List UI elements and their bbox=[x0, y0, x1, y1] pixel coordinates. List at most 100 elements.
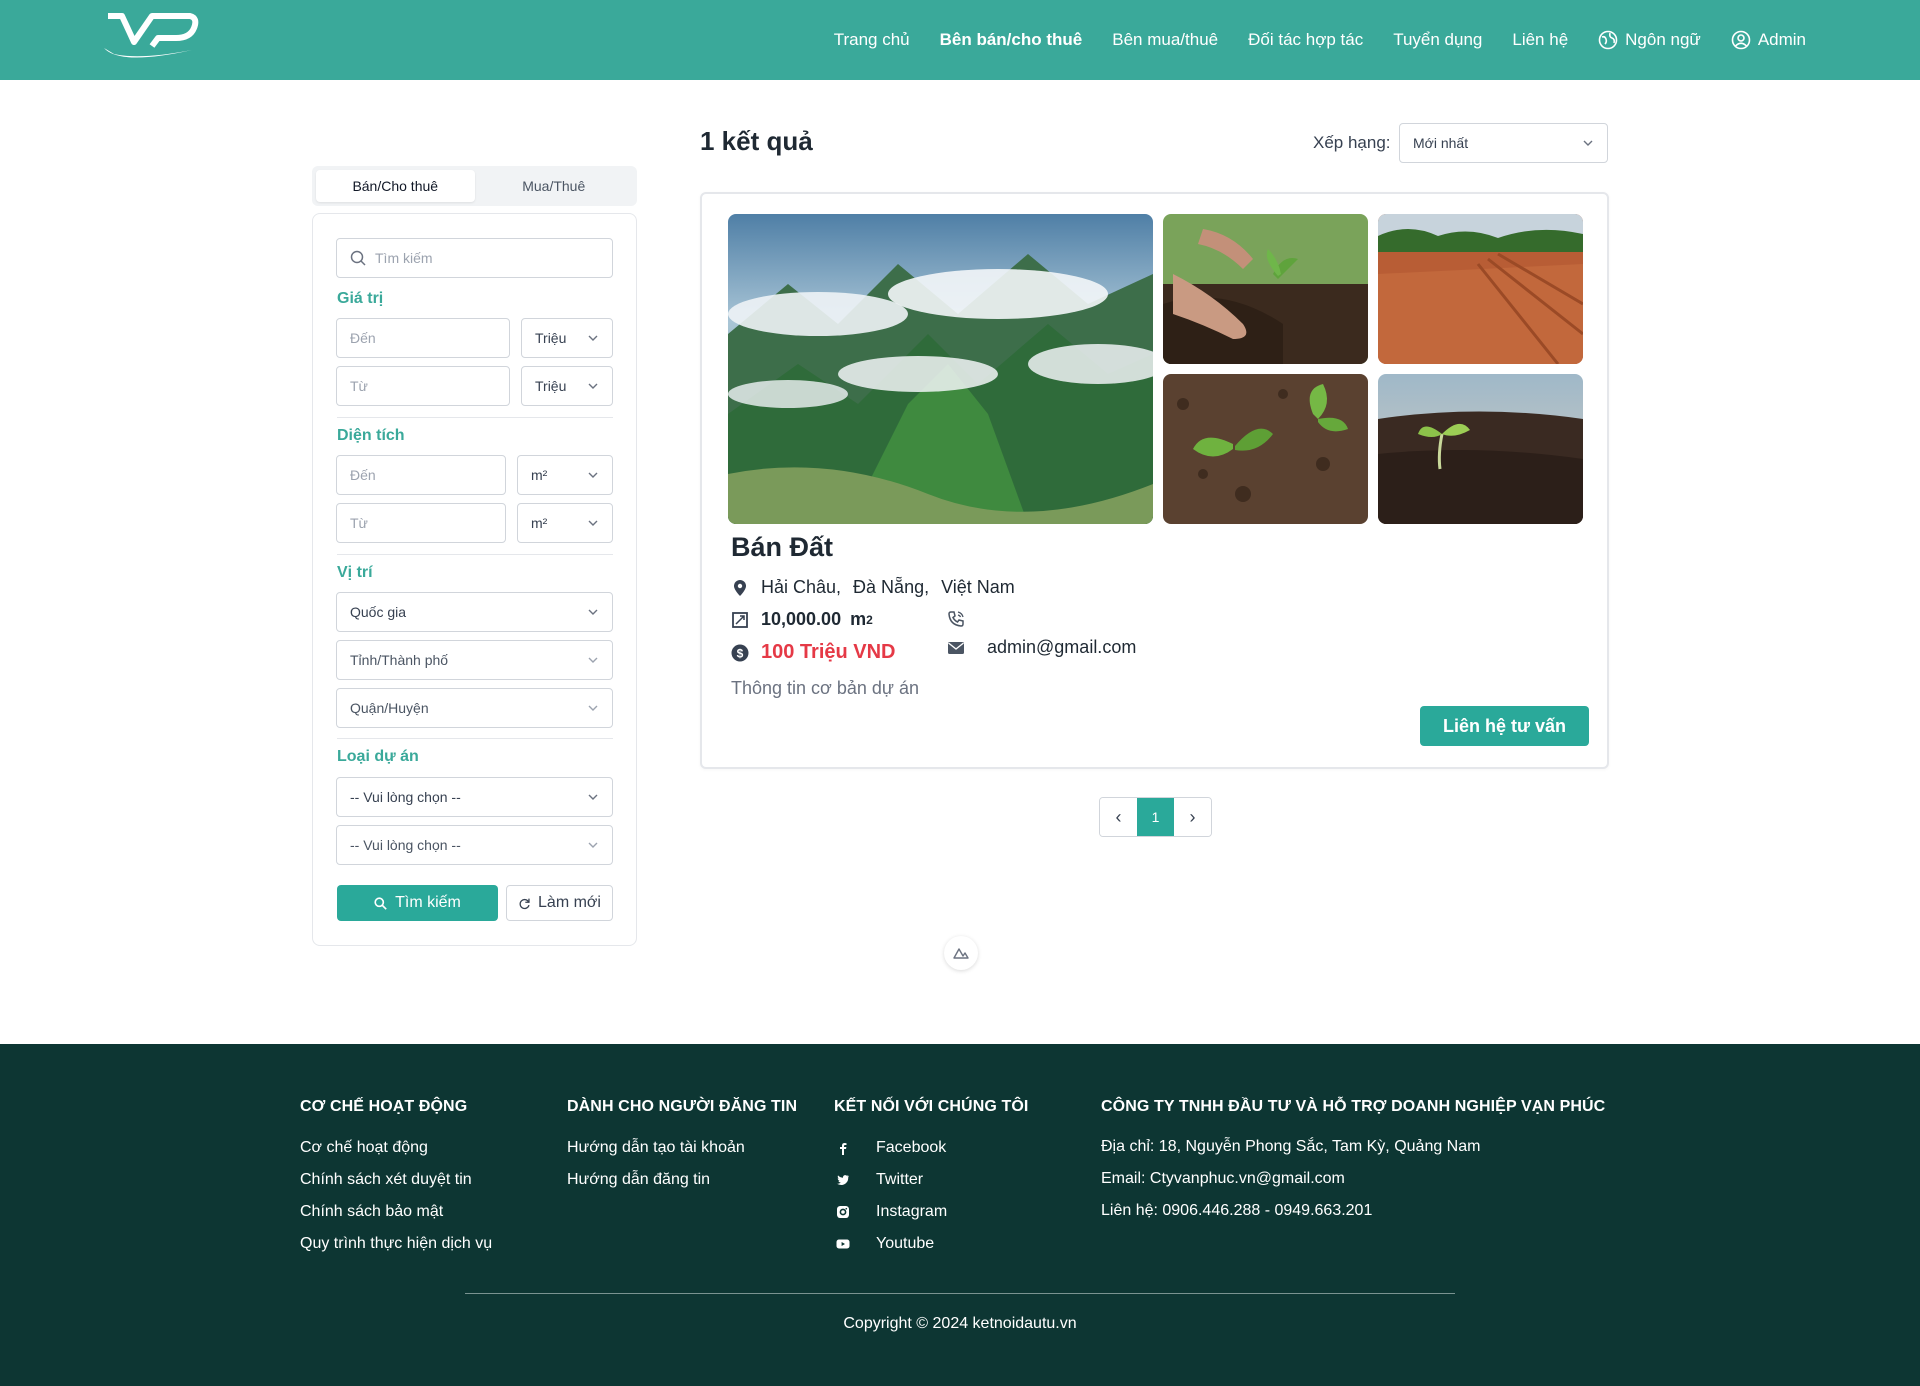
chevron-down-icon bbox=[588, 842, 598, 848]
listing-image-field[interactable] bbox=[1378, 214, 1583, 364]
footer-link[interactable]: Hướng dẫn tạo tài khoản bbox=[567, 1138, 797, 1157]
footer-heading: Dành cho người đăng tin bbox=[567, 1098, 798, 1115]
footer-link[interactable]: Hướng dẫn đăng tin bbox=[567, 1170, 797, 1189]
footer-col-company: Công ty TNHH đầu tư và hỗ trợ doanh nghi… bbox=[1101, 1098, 1605, 1234]
nav-lien-he[interactable]: Liên hệ bbox=[1512, 30, 1568, 50]
tab-ban-cho-thue[interactable]: Bán/Cho thuê bbox=[316, 170, 475, 202]
project-type-select-1[interactable]: -- Vui lòng chọn -- bbox=[336, 777, 613, 817]
search-input[interactable]: Tìm kiếm bbox=[336, 238, 613, 278]
area-icon bbox=[732, 611, 748, 628]
pagination-next[interactable]: › bbox=[1174, 798, 1211, 836]
listing-main-image[interactable] bbox=[728, 214, 1153, 524]
location-country: Việt Nam bbox=[941, 577, 1015, 597]
province-select[interactable]: Tỉnh/Thành phố bbox=[336, 640, 613, 680]
user-menu[interactable]: Admin bbox=[1731, 30, 1806, 50]
price-from-input[interactable]: Từ bbox=[336, 366, 510, 406]
area-from-placeholder: Từ bbox=[350, 515, 368, 531]
area-from-unit-select[interactable]: m² bbox=[517, 503, 613, 543]
nuxt-devtools-icon[interactable] bbox=[944, 936, 978, 970]
youtube-label: Youtube bbox=[876, 1234, 935, 1252]
dollar-circle-icon: $ bbox=[731, 644, 749, 661]
language-menu[interactable]: Ngôn ngữ bbox=[1598, 30, 1701, 50]
listing-description: Thông tin cơ bản dự án bbox=[731, 678, 919, 698]
listing-image-planting[interactable] bbox=[1163, 214, 1368, 364]
mountain-icon bbox=[953, 948, 969, 959]
reset-button-label: Làm mới bbox=[538, 894, 601, 911]
nav-tuyen-dung[interactable]: Tuyển dụng bbox=[1393, 30, 1482, 50]
footer-divider bbox=[465, 1293, 1455, 1294]
map-pin-icon bbox=[734, 579, 746, 596]
youtube-icon bbox=[836, 1239, 850, 1248]
area-unit: m bbox=[850, 609, 867, 629]
search-icon bbox=[350, 250, 366, 266]
sort-value: Mới nhất bbox=[1413, 135, 1469, 151]
contact-button[interactable]: Liên hệ tư vấn bbox=[1420, 706, 1589, 746]
location-ward: Hải Châu, bbox=[761, 577, 842, 597]
listing-card[interactable]: Bán Đất Hải Châu, Đà Nẵng, Việt Nam 10,0… bbox=[700, 192, 1609, 769]
company-email: Email: Ctyvanphuc.vn@gmail.com bbox=[1101, 1170, 1345, 1187]
nav-doi-tac[interactable]: Đối tác hợp tác bbox=[1248, 30, 1363, 50]
country-select[interactable]: Quốc gia bbox=[336, 592, 613, 632]
listing-image-sprout[interactable] bbox=[1378, 374, 1583, 524]
footer-link[interactable]: Quy trình thực hiện dịch vụ bbox=[300, 1234, 492, 1253]
footer-col-posters: Dành cho người đăng tin Hướng dẫn tạo tà… bbox=[567, 1098, 797, 1202]
vp-logo-icon[interactable] bbox=[100, 10, 200, 66]
district-value: Quận/Huyện bbox=[350, 700, 429, 716]
pagination-prev[interactable]: ‹ bbox=[1100, 798, 1137, 836]
footer-link-instagram[interactable]: Instagram bbox=[834, 1202, 1028, 1221]
price-label: Giá trị bbox=[337, 290, 384, 307]
footer-link[interactable]: Chính sách bảo mật bbox=[300, 1202, 492, 1221]
tab-mua-thue[interactable]: Mua/Thuê bbox=[475, 170, 634, 202]
reset-button[interactable]: Làm mới bbox=[506, 885, 613, 921]
sort-label: Xếp hạng: bbox=[1313, 133, 1391, 152]
area-value: 10,000.00 bbox=[761, 609, 842, 629]
footer-link-youtube[interactable]: Youtube bbox=[834, 1234, 1028, 1253]
country-value: Quốc gia bbox=[350, 604, 407, 620]
footer-col-social: Kết nối với chúng tôi Facebook Twitter I… bbox=[834, 1098, 1028, 1266]
price-from-unit: Triệu bbox=[535, 378, 567, 394]
company-address: Địa chỉ: 18, Nguyễn Phong Sắc, Tam Kỳ, Q… bbox=[1101, 1138, 1481, 1155]
project-type-select-2[interactable]: -- Vui lòng chọn -- bbox=[336, 825, 613, 865]
listing-type-tabs: Bán/Cho thuê Mua/Thuê bbox=[312, 166, 637, 206]
footer-link[interactable]: Cơ chế hoạt động bbox=[300, 1138, 492, 1157]
nav-ben-ban[interactable]: Bên bán/cho thuê bbox=[940, 30, 1083, 50]
footer-link-facebook[interactable]: Facebook bbox=[834, 1138, 1028, 1157]
chevron-down-icon bbox=[588, 794, 598, 800]
project-type-label: Loại dự án bbox=[337, 748, 419, 765]
sort-select[interactable]: Mới nhất bbox=[1399, 123, 1608, 163]
area-to-unit-select[interactable]: m² bbox=[517, 455, 613, 495]
user-circle-icon bbox=[1731, 30, 1751, 50]
footer-link[interactable]: Chính sách xét duyệt tin bbox=[300, 1170, 492, 1189]
twitter-icon bbox=[836, 1174, 849, 1185]
chevron-down-icon bbox=[1583, 140, 1593, 146]
footer: Cơ chế hoạt động Cơ chế hoạt động Chính … bbox=[0, 1044, 1920, 1386]
nav-ben-mua[interactable]: Bên mua/thuê bbox=[1112, 30, 1218, 50]
listing-phone[interactable] bbox=[947, 610, 977, 628]
price-to-input[interactable]: Đến bbox=[336, 318, 510, 358]
listing-title[interactable]: Bán Đất bbox=[731, 532, 833, 563]
divider bbox=[337, 554, 613, 555]
search-button[interactable]: Tìm kiếm bbox=[337, 885, 498, 921]
location-label: Vị trí bbox=[337, 564, 373, 581]
refresh-icon bbox=[519, 898, 530, 909]
price-to-unit-select[interactable]: Triệu bbox=[521, 318, 613, 358]
area-from-input[interactable]: Từ bbox=[336, 503, 506, 543]
price-from-placeholder: Từ bbox=[350, 378, 368, 394]
nav-trang-chu[interactable]: Trang chủ bbox=[834, 30, 910, 50]
footer-link-twitter[interactable]: Twitter bbox=[834, 1170, 1028, 1189]
pagination-page-1[interactable]: 1 bbox=[1137, 798, 1174, 836]
listing-area: 10,000.00 m2 bbox=[731, 609, 873, 630]
globe-icon bbox=[1598, 30, 1618, 50]
project-type-value-1: -- Vui lòng chọn -- bbox=[350, 789, 461, 805]
pagination: ‹ 1 › bbox=[1099, 797, 1212, 837]
price-from-unit-select[interactable]: Triệu bbox=[521, 366, 613, 406]
company-phone: Liên hệ: 0906.446.288 - 0949.663.201 bbox=[1101, 1202, 1373, 1219]
district-select[interactable]: Quận/Huyện bbox=[336, 688, 613, 728]
listing-email[interactable]: admin@gmail.com bbox=[947, 637, 1136, 658]
results-count: 1 kết quả bbox=[700, 126, 813, 156]
chevron-down-icon bbox=[588, 657, 598, 663]
search-placeholder: Tìm kiếm bbox=[375, 250, 433, 266]
listing-image-seedlings[interactable] bbox=[1163, 374, 1368, 524]
area-to-input[interactable]: Đến bbox=[336, 455, 506, 495]
location-city: Đà Nẵng, bbox=[853, 577, 930, 597]
